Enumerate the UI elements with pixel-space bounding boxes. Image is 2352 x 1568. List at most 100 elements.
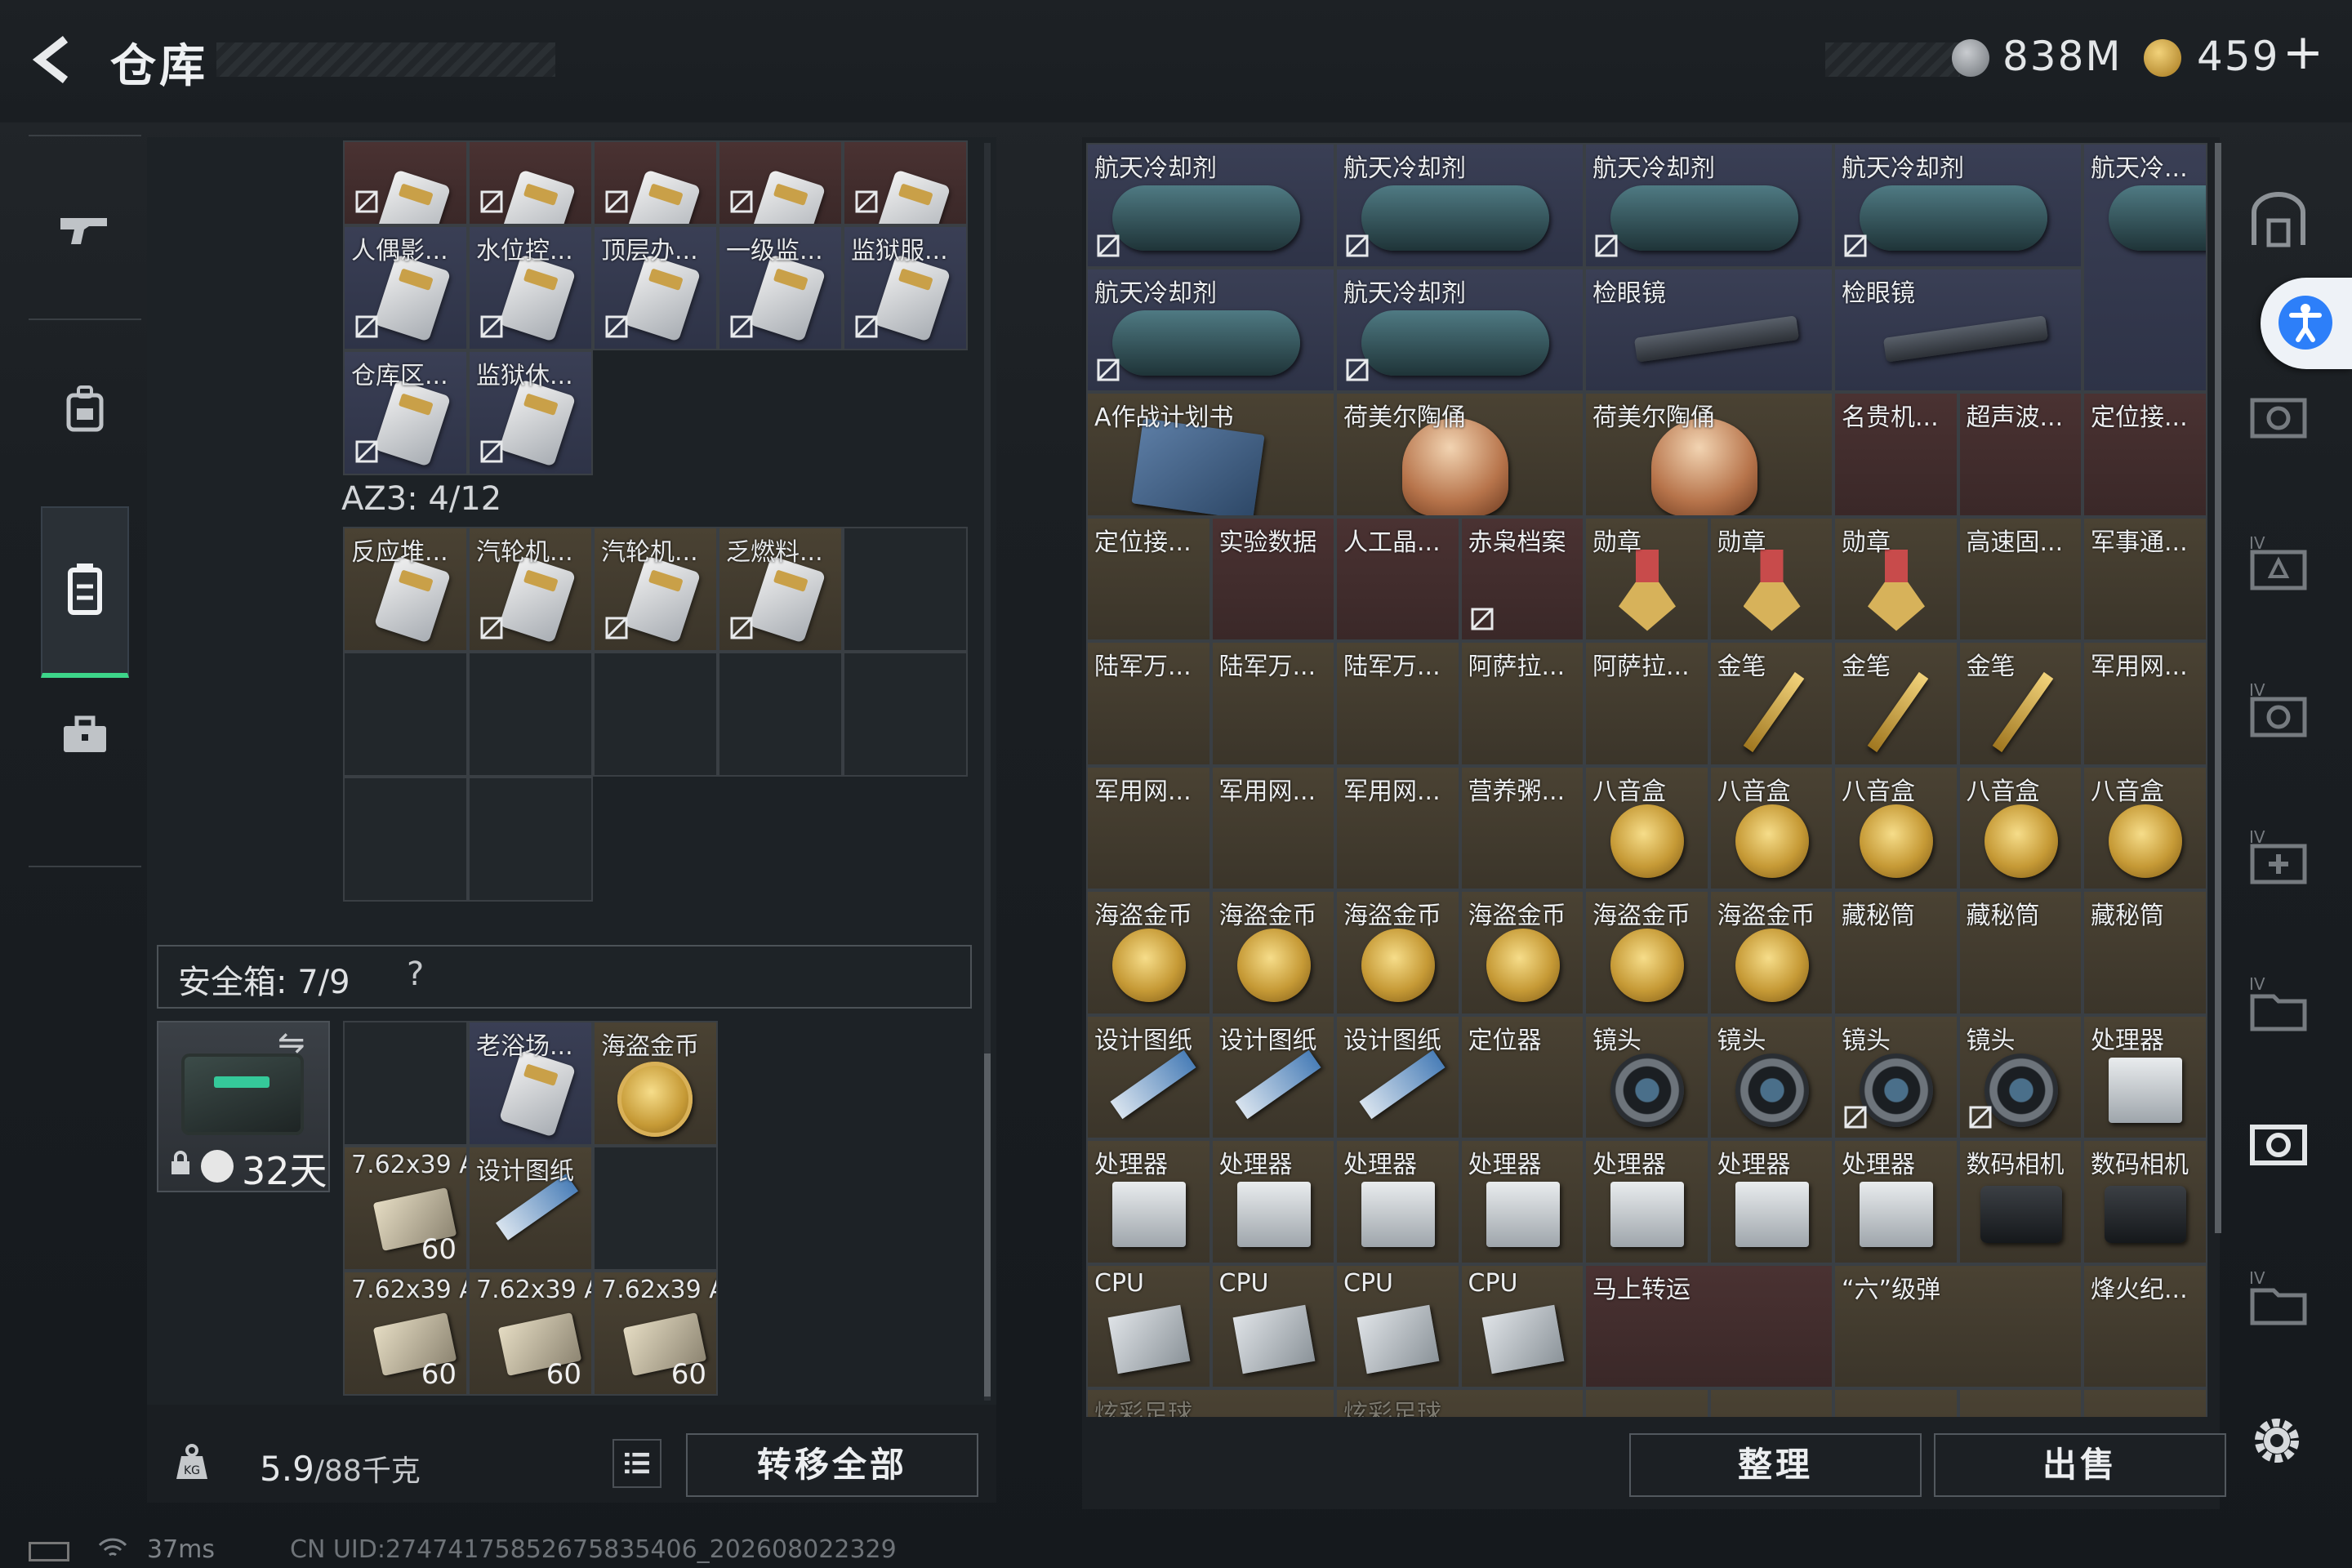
stash-item-slot[interactable]: 镜头 (1708, 1014, 1833, 1139)
stash-item-slot[interactable]: 检眼镜 (1833, 267, 2082, 392)
az3-item-slot[interactable]: 汽轮机... (468, 527, 593, 652)
stash-item-slot[interactable]: 处理器 (1833, 1139, 1958, 1264)
stash-item-slot[interactable]: 阿萨拉... (1459, 641, 1584, 766)
safe-box-item-slot[interactable]: 海盗金币 (593, 1021, 718, 1146)
stash-item-slot[interactable]: CPU (1459, 1263, 1584, 1388)
stash-item-slot[interactable]: 荷美尔陶俑 (1584, 392, 1833, 517)
stash-item-slot[interactable]: 赤枭档案 (1459, 516, 1584, 641)
keycard-slot[interactable]: 顶层办... (593, 225, 718, 350)
empty-slot[interactable] (718, 652, 843, 777)
stash-item-slot[interactable]: 镜头 (1584, 1014, 1709, 1139)
right-scrollbar[interactable] (2215, 143, 2221, 1233)
stash-item-slot[interactable]: 金笔 (1833, 641, 1958, 766)
stash-item-slot[interactable]: 荷美尔陶俑 (1335, 392, 1584, 517)
stash-item-slot[interactable]: 检眼镜 (1584, 267, 1833, 392)
stash-item-slot[interactable]: 金笔 (1708, 641, 1833, 766)
back-arrow-icon[interactable] (24, 31, 82, 88)
stash-item-slot[interactable]: 处理器 (2082, 1014, 2207, 1139)
stash-item-slot[interactable]: 军用网... (1086, 765, 1211, 890)
stash-item-slot[interactable]: 陆军万... (1210, 641, 1335, 766)
stash-item-slot[interactable]: 藏秘筒 (1958, 890, 2082, 1015)
swap-icon[interactable]: ⇋ (278, 1024, 305, 1062)
stash-item-slot[interactable]: 炫彩足球 (1086, 1388, 1335, 1417)
empty-slot[interactable] (2082, 1388, 2207, 1417)
stash-item-slot[interactable]: 八音盒 (2082, 765, 2207, 890)
safe-box-item-slot[interactable]: 7.62x39 AP 60 (593, 1271, 718, 1396)
sell-button[interactable]: 出售 (1934, 1433, 2226, 1497)
stash-item-slot[interactable]: “六”级弹 (1833, 1263, 2082, 1388)
stash-item-slot[interactable]: 实验数据 (1210, 516, 1335, 641)
keycard-slot[interactable] (343, 140, 468, 225)
keycard-slot[interactable] (843, 140, 968, 225)
stash-item-slot[interactable]: 陆军万... (1086, 641, 1211, 766)
stash-item-slot[interactable]: CPU (1335, 1263, 1460, 1388)
keycard-slot[interactable] (468, 140, 593, 225)
nav-storage[interactable] (41, 506, 129, 678)
stash-item-slot[interactable]: 八音盒 (1584, 765, 1709, 890)
sort-button[interactable]: 整理 (1629, 1433, 1922, 1497)
stash-item-slot[interactable]: 八音盒 (1958, 765, 2082, 890)
stash-item-slot[interactable]: 八音盒 (1833, 765, 1958, 890)
stash-item-slot[interactable]: 人工晶... (1335, 516, 1460, 641)
vault-icon[interactable] (2246, 188, 2311, 253)
empty-slot[interactable] (468, 652, 593, 777)
empty-slot[interactable] (343, 777, 468, 902)
nav-toolbox[interactable] (41, 678, 129, 792)
stash-item-slot[interactable]: 设计图纸 (1210, 1014, 1335, 1139)
keycard-slot[interactable] (593, 140, 718, 225)
keycard-slot[interactable]: 一级监... (718, 225, 843, 350)
empty-slot[interactable] (343, 652, 468, 777)
stash-item-slot[interactable]: 超声波... (1958, 392, 2082, 517)
stash-item-slot[interactable]: 阿萨拉... (1584, 641, 1709, 766)
stash-item-slot[interactable]: 海盗金币 (1335, 890, 1460, 1015)
medical-case-icon[interactable]: IV (2246, 825, 2311, 890)
az3-item-slot[interactable]: 汽轮机... (593, 527, 718, 652)
stash-item-slot[interactable]: 炫彩足球 (1335, 1388, 1584, 1417)
stash-item-slot[interactable]: 八音盒 (1708, 765, 1833, 890)
stash-item-slot[interactable]: 航天冷却剂 (1335, 267, 1584, 392)
stash-item-slot[interactable]: 数码相机 (1958, 1139, 2082, 1264)
stash-item-slot[interactable]: 处理器 (1708, 1139, 1833, 1264)
case-tier-icon-3[interactable]: IV (2246, 678, 2311, 743)
safe-box-item-slot[interactable]: 7.62x39 AP 60 (468, 1271, 593, 1396)
keycard-slot[interactable]: 监狱休... (468, 350, 593, 475)
safe-box-item-slot[interactable]: 老浴场... (468, 1021, 593, 1146)
gear-icon[interactable] (2247, 1411, 2306, 1470)
safe-box-item-slot[interactable]: 7.62x39 AP 60 (343, 1146, 468, 1271)
stash-item-slot[interactable]: 航天冷却剂 (1086, 267, 1335, 392)
stash-item-slot[interactable]: CPU (1210, 1263, 1335, 1388)
empty-slot[interactable] (593, 1146, 718, 1271)
stash-item-slot[interactable]: 海盗金币 (1459, 890, 1584, 1015)
folder-case-icon-2[interactable]: IV (2246, 1266, 2311, 1331)
empty-slot[interactable] (343, 1021, 468, 1146)
stash-item-slot[interactable]: 定位器 (1459, 1014, 1584, 1139)
keycard-slot[interactable]: 人偶影... (343, 225, 468, 350)
stash-item-slot[interactable]: 航天冷却剂 (1833, 143, 2082, 268)
keycard-slot[interactable] (718, 140, 843, 225)
stash-item-slot[interactable]: 定位接... (2082, 392, 2207, 517)
safe-box-item-slot[interactable]: 7.62x39 AP 60 (343, 1271, 468, 1396)
stash-item-slot[interactable]: 名贵机... (1833, 392, 1958, 517)
case-tier-icon[interactable] (2246, 384, 2311, 449)
list-view-button[interactable] (612, 1439, 662, 1488)
folder-case-icon[interactable]: IV (2246, 972, 2311, 1037)
stash-item-slot[interactable]: 镜头 (1958, 1014, 2082, 1139)
stash-item-slot[interactable]: 军事通... (2082, 516, 2207, 641)
keycard-slot[interactable]: 监狱服... (843, 225, 968, 350)
stash-item-slot[interactable]: CPU (1086, 1263, 1211, 1388)
stash-item-slot[interactable]: 藏秘筒 (2082, 890, 2207, 1015)
nav-backpack[interactable] (41, 351, 129, 466)
empty-slot[interactable] (1584, 1388, 1709, 1417)
stash-item-slot[interactable]: 营养粥... (1459, 765, 1584, 890)
stash-item-slot[interactable]: 藏秘筒 (1833, 890, 1958, 1015)
stash-item-slot[interactable]: 海盗金币 (1584, 890, 1709, 1015)
az3-item-slot[interactable]: 反应堆... (343, 527, 468, 652)
stash-item-slot[interactable]: 海盗金币 (1210, 890, 1335, 1015)
empty-slot[interactable] (843, 527, 968, 652)
active-case-icon[interactable] (2246, 1111, 2311, 1176)
stash-item-slot[interactable]: 海盗金币 (1708, 890, 1833, 1015)
stash-item-slot[interactable]: 处理器 (1086, 1139, 1211, 1264)
case-tier-icon-2[interactable]: IV (2246, 531, 2311, 596)
empty-slot[interactable] (1833, 1388, 1958, 1417)
safe-box-item-slot[interactable]: 设计图纸 (468, 1146, 593, 1271)
